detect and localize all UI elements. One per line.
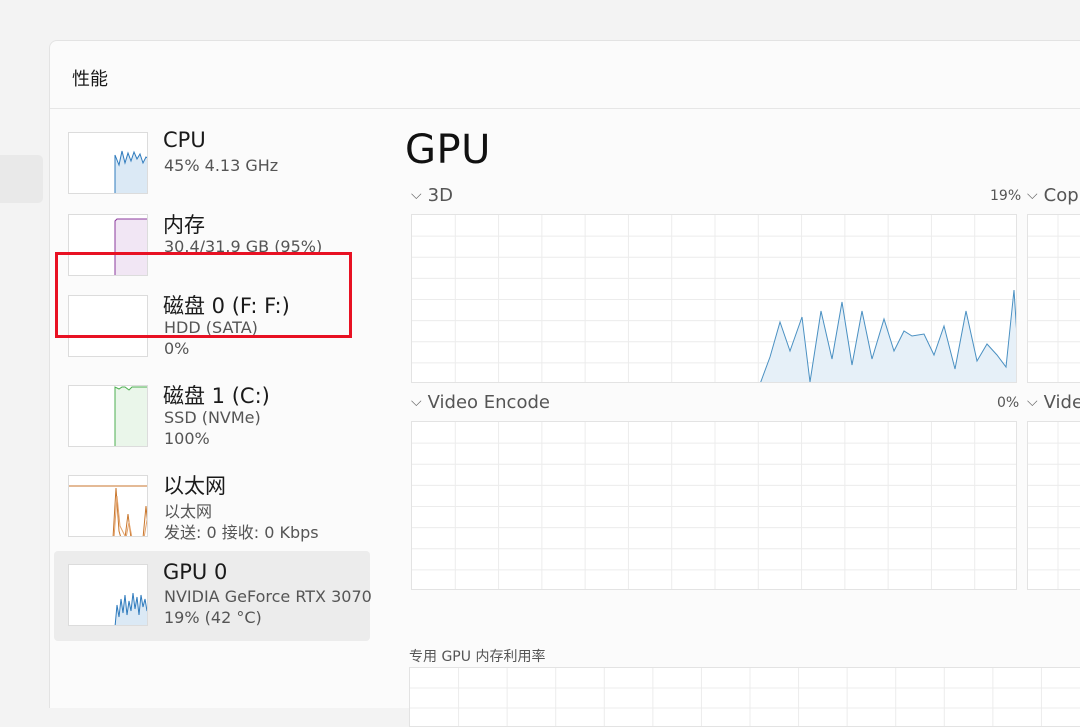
sidebar-item-title: 以太网 <box>163 474 226 498</box>
gpu-thumbnail <box>68 564 148 626</box>
detail-title: GPU <box>405 127 491 173</box>
sidebar-item-ethernet[interactable]: 以太网 以太网 发送: 0 接收: 0 Kbps <box>54 452 370 542</box>
chevron-down-icon: ⌵ <box>411 187 422 203</box>
ethernet-thumbnail <box>68 475 148 537</box>
graph-video-encode <box>411 421 1017 590</box>
nav-selected-indicator <box>0 155 43 203</box>
sidebar-item-detail-2: 100% <box>164 429 210 448</box>
perf-sidebar: CPU 45% 4.13 GHz 内存 30.4/31.9 GB (95%) 磁… <box>50 109 372 709</box>
cpu-usage-area <box>115 151 147 193</box>
disk-usage-area <box>115 387 147 446</box>
sidebar-item-title: GPU 0 <box>163 560 228 584</box>
chevron-down-icon: ⌵ <box>1027 187 1038 203</box>
graph-copy <box>1027 214 1080 383</box>
graph-3d <box>411 214 1017 383</box>
graph-video-decode <box>1027 421 1080 590</box>
annotation-highlight-box <box>55 252 352 338</box>
task-manager-window: 性能 CPU 45% 4.13 GHz 内存 30.4/31.9 GB (95%… <box>49 40 1080 727</box>
page-header: 性能 <box>50 41 1080 109</box>
sidebar-item-detail-2: 发送: 0 接收: 0 Kbps <box>164 523 319 542</box>
engine-selector-video-encode[interactable]: ⌵ Video Encode <box>411 392 550 413</box>
chevron-down-icon: ⌵ <box>411 394 422 410</box>
chevron-down-icon: ⌵ <box>1027 394 1038 410</box>
sidebar-item-gpu-0[interactable]: GPU 0 NVIDIA GeForce RTX 3070 19% (42 °C… <box>54 551 372 641</box>
disk-1-thumbnail <box>68 385 148 447</box>
sidebar-item-cpu[interactable]: CPU 45% 4.13 GHz <box>54 109 370 199</box>
engine-percent-3d: 19% <box>990 188 1022 204</box>
gpu-detail-panel: GPU ⌵ 3D 19% ⌵ Cop ⌵ Video Encode 0% ⌵ Vide … <box>405 109 1080 727</box>
engine-selector-copy[interactable]: ⌵ Cop <box>1027 185 1079 206</box>
graph-dedicated-memory <box>409 667 1080 727</box>
sidebar-item-detail: SSD (NVMe) <box>164 408 261 427</box>
sidebar-item-title: CPU <box>163 128 206 152</box>
cpu-thumbnail <box>68 132 148 194</box>
dedicated-memory-label: 专用 GPU 内存利用率 <box>409 649 546 665</box>
engine-percent-video-encode: 0% <box>997 395 1020 411</box>
sidebar-item-title: 内存 <box>163 213 205 237</box>
sidebar-item-detail-2: 0% <box>164 339 190 358</box>
sidebar-item-disk-1[interactable]: 磁盘 1 (C:) SSD (NVMe) 100% <box>54 362 370 452</box>
page-title: 性能 <box>72 69 108 90</box>
sidebar-item-title: 磁盘 1 (C:) <box>163 384 270 408</box>
sidebar-item-detail: 45% 4.13 GHz <box>164 156 279 175</box>
engine-selector-3d[interactable]: ⌵ 3D <box>411 185 453 206</box>
sidebar-item-detail-2: 19% (42 °C) <box>164 608 262 627</box>
engine-selector-video-decode[interactable]: ⌵ Vide <box>1027 392 1080 413</box>
sidebar-item-detail: NVIDIA GeForce RTX 3070 <box>164 587 372 606</box>
